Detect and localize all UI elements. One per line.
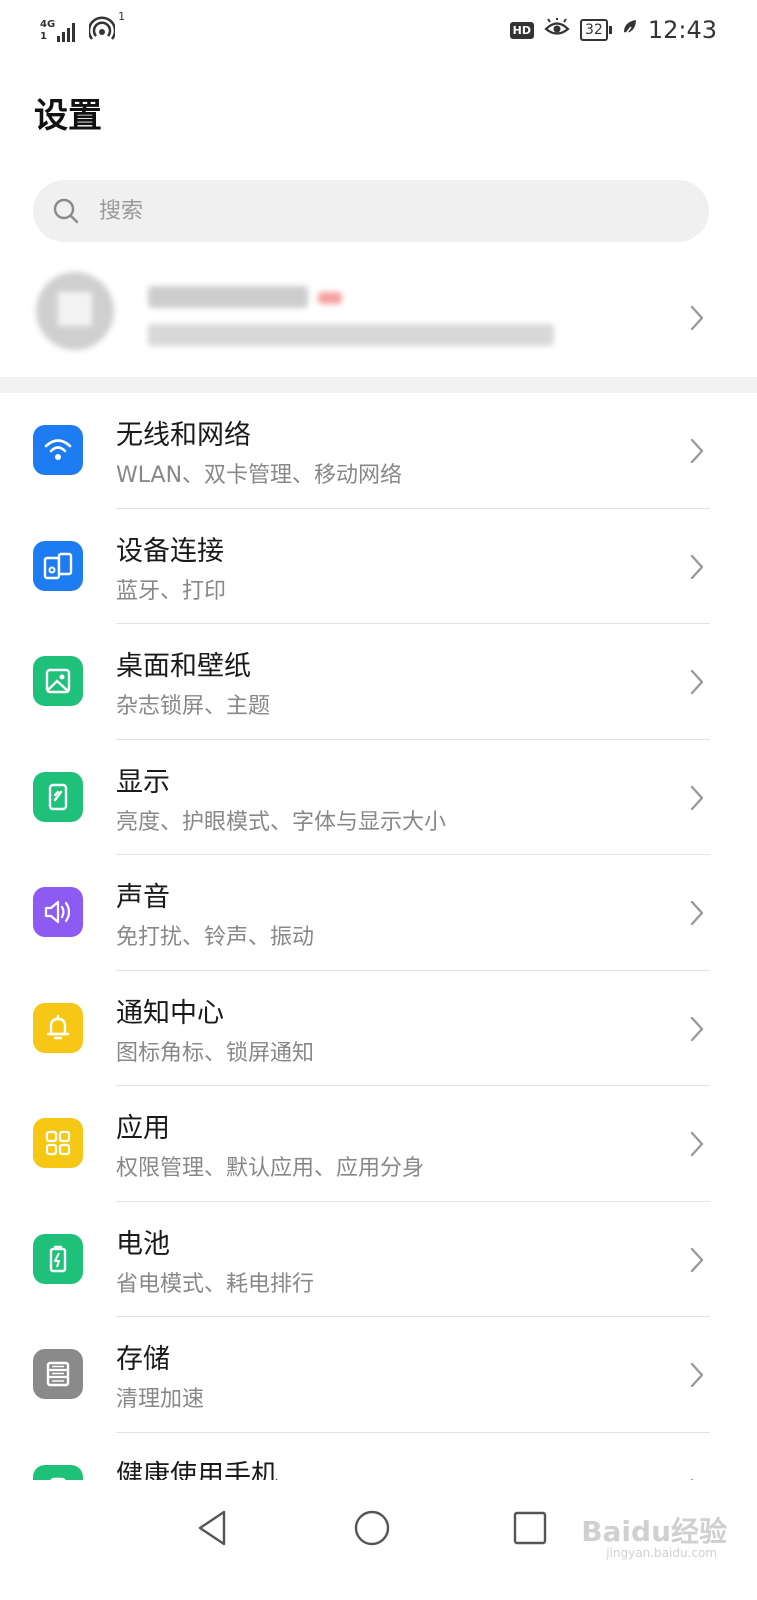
status-bar: 4G 1 1 HD 32 12:43 xyxy=(0,0,757,64)
chevron-right-icon xyxy=(689,668,705,700)
settings-item-notifications[interactable]: 通知中心 图标角标、锁屏通知 xyxy=(0,971,757,1086)
settings-item-digital-balance[interactable]: 健康使用手机 xyxy=(0,1433,757,1481)
settings-item-title: 健康使用手机 xyxy=(116,1459,278,1481)
avatar xyxy=(36,272,114,350)
settings-item-subtitle: 权限管理、默认应用、应用分身 xyxy=(116,1156,425,1181)
network-type-label: 4G xyxy=(40,19,56,30)
settings-item-subtitle: 图标角标、锁屏通知 xyxy=(116,1040,315,1066)
settings-item-title: 显示 xyxy=(116,766,170,798)
chevron-right-icon xyxy=(689,899,705,931)
battery-indicator: 32 xyxy=(580,19,612,41)
recent-apps-icon[interactable] xyxy=(506,1504,554,1552)
device-connection-icon xyxy=(33,540,83,591)
battery-level: 32 xyxy=(580,19,608,41)
chevron-right-icon xyxy=(689,553,705,585)
settings-item-wireless-network[interactable]: 无线和网络 WLAN、双卡管理、移动网络 xyxy=(0,393,757,509)
hotspot-count: 1 xyxy=(118,10,126,23)
storage-icon xyxy=(33,1349,83,1399)
settings-item-subtitle: 免打扰、铃声、振动 xyxy=(116,925,315,950)
battery-icon xyxy=(33,1233,83,1284)
settings-item-title: 无线和网络 xyxy=(116,420,251,451)
chevron-right-icon xyxy=(689,304,705,336)
sound-icon xyxy=(33,887,83,937)
status-left: 4G 1 1 xyxy=(40,10,125,42)
chevron-right-icon xyxy=(689,784,705,816)
eye-comfort-icon xyxy=(544,17,570,42)
settings-item-title: 桌面和壁纸 xyxy=(116,651,251,682)
settings-item-title: 存储 xyxy=(116,1344,170,1375)
hotspot-icon: 1 xyxy=(87,10,125,42)
settings-item-subtitle: 蓝牙、打印 xyxy=(116,578,227,604)
display-icon xyxy=(33,771,83,822)
leaf-icon xyxy=(622,18,638,42)
chevron-right-icon xyxy=(689,1015,705,1047)
account-row[interactable] xyxy=(0,262,757,377)
settings-item-storage[interactable]: 存储 清理加速 xyxy=(0,1317,757,1433)
watermark-url: jingyan.baidu.com xyxy=(606,1546,717,1560)
settings-item-subtitle: 省电模式、耗电排行 xyxy=(116,1271,315,1297)
settings-item-apps[interactable]: 应用 权限管理、默认应用、应用分身 xyxy=(0,1086,757,1202)
settings-item-device-connection[interactable]: 设备连接 蓝牙、打印 xyxy=(0,509,757,624)
settings-item-subtitle: 清理加速 xyxy=(116,1387,205,1412)
network-indicator: 4G 1 xyxy=(40,19,76,42)
hd-badge: HD xyxy=(509,21,534,39)
chevron-right-icon xyxy=(689,1130,705,1162)
chevron-right-icon xyxy=(689,1246,705,1278)
settings-item-subtitle: WLAN、双卡管理、移动网络 xyxy=(116,463,403,488)
back-icon[interactable] xyxy=(188,1504,236,1552)
settings-item-sound[interactable]: 声音 免打扰、铃声、振动 xyxy=(0,855,757,971)
account-badge-blurred xyxy=(318,292,342,304)
settings-item-title: 电池 xyxy=(116,1228,170,1260)
network-sim-label: 1 xyxy=(40,31,47,42)
settings-item-battery[interactable]: 电池 省电模式、耗电排行 xyxy=(0,1202,757,1317)
settings-item-title: 设备连接 xyxy=(116,535,224,567)
settings-item-title: 声音 xyxy=(116,882,170,913)
settings-item-wallpaper[interactable]: 桌面和壁纸 杂志锁屏、主题 xyxy=(0,624,757,740)
settings-item-title: 通知中心 xyxy=(116,997,224,1029)
settings-item-display[interactable]: 显示 亮度、护眼模式、字体与显示大小 xyxy=(0,740,757,855)
search-icon xyxy=(53,198,79,224)
apps-icon xyxy=(33,1118,83,1168)
account-detail-blurred xyxy=(148,324,554,346)
search-input[interactable] xyxy=(97,197,641,225)
settings-item-title: 应用 xyxy=(116,1113,170,1144)
section-divider xyxy=(0,377,757,393)
bell-icon xyxy=(33,1002,83,1053)
settings-item-subtitle: 杂志锁屏、主题 xyxy=(116,694,271,719)
battery-tip xyxy=(608,26,612,34)
signal-bars-icon xyxy=(57,22,76,42)
page-title: 设置 xyxy=(34,96,102,136)
watermark-logo: Baidu经验 xyxy=(581,1515,727,1548)
settings-list: 无线和网络 WLAN、双卡管理、移动网络 设备连接 蓝牙、打印 桌面和壁纸 杂志… xyxy=(0,393,757,1480)
chevron-right-icon xyxy=(689,1361,705,1393)
status-time: 12:43 xyxy=(647,16,717,44)
settings-item-subtitle: 亮度、护眼模式、字体与显示大小 xyxy=(116,809,447,835)
wifi-icon xyxy=(33,425,83,475)
chevron-right-icon xyxy=(689,437,705,469)
health-icon xyxy=(33,1464,83,1480)
search-bar[interactable] xyxy=(33,180,709,242)
navigation-bar: Baidu经验 jingyan.baidu.com xyxy=(0,1480,757,1600)
account-name-blurred xyxy=(148,286,308,308)
status-right: HD 32 12:43 xyxy=(509,16,717,44)
home-icon[interactable] xyxy=(348,1504,396,1552)
wallpaper-icon xyxy=(33,656,83,706)
